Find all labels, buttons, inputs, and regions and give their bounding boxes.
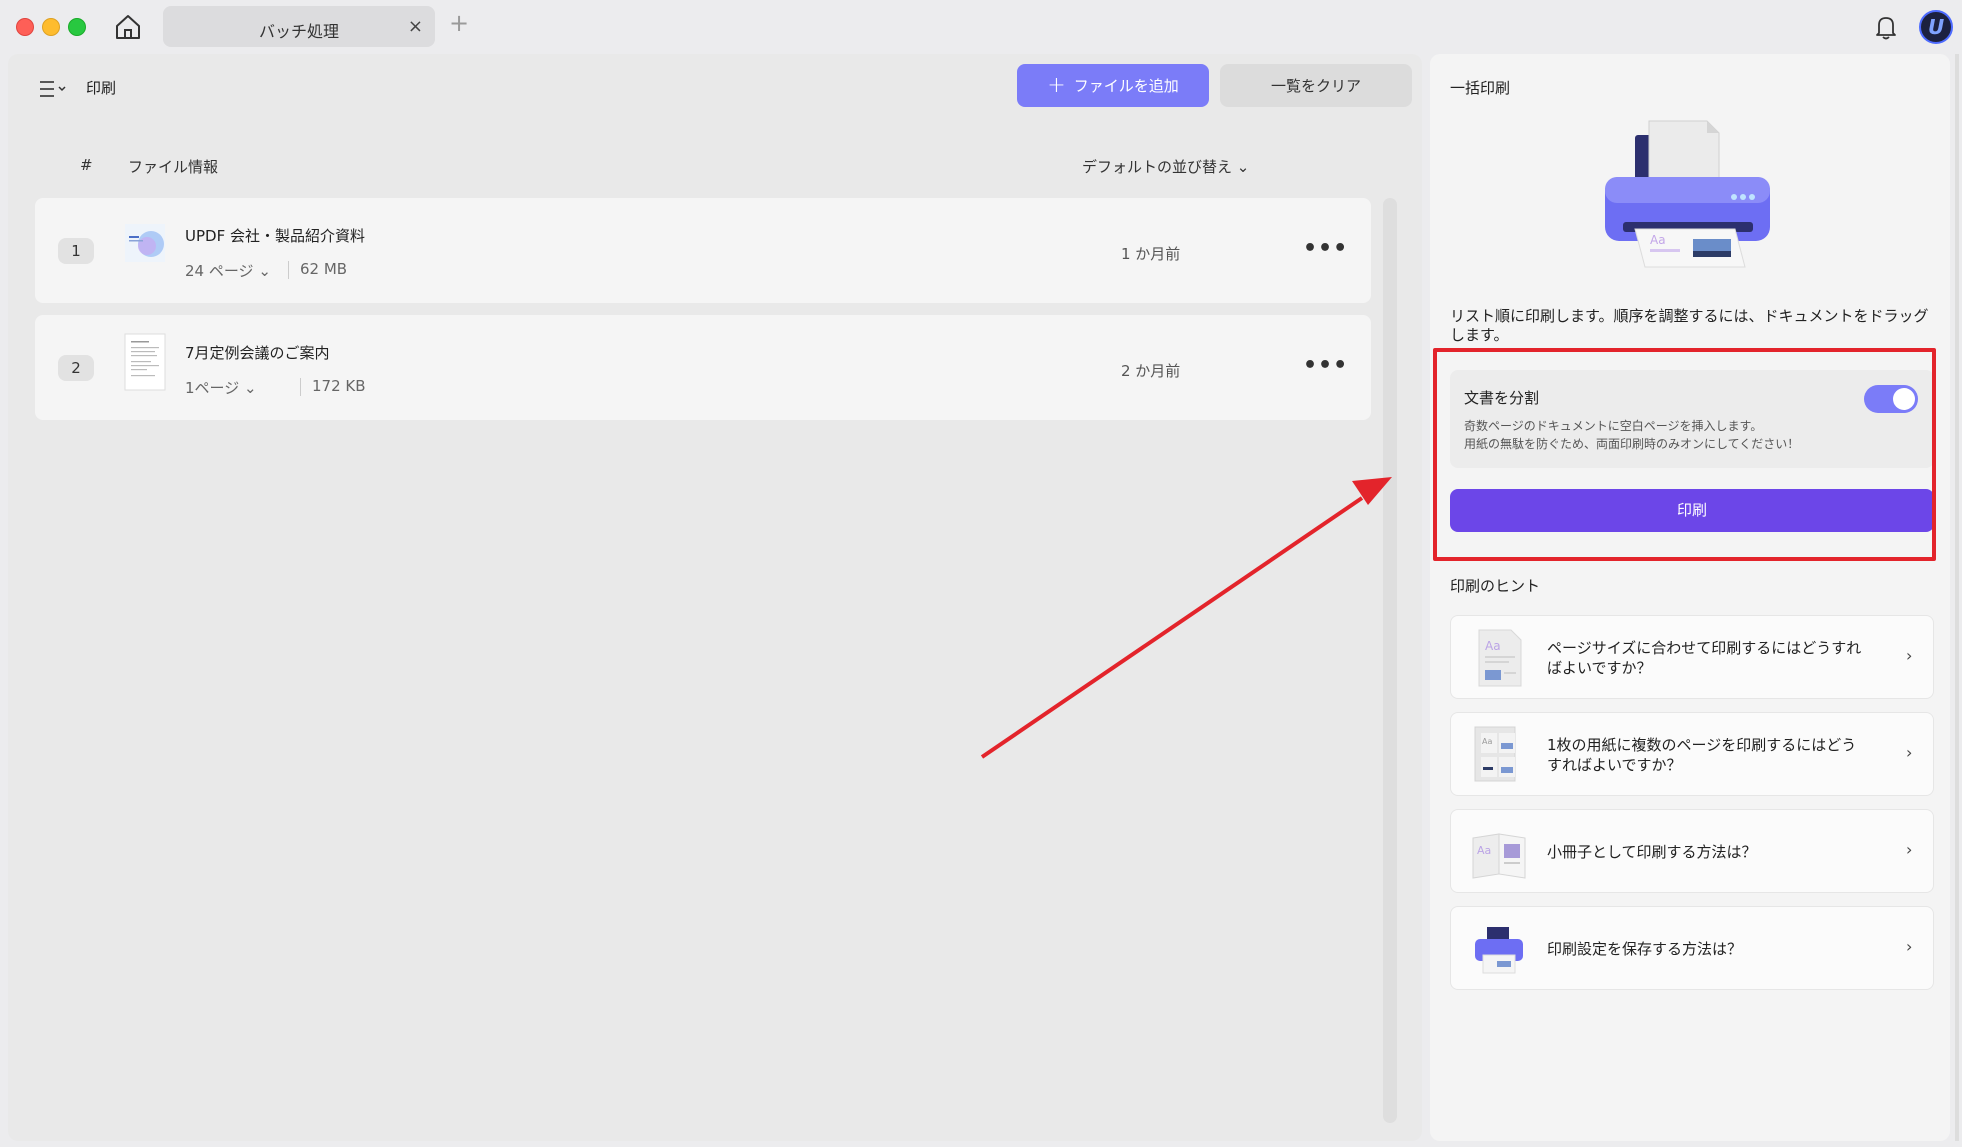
- print-order-instruction: リスト順に印刷します。順序を調整するには、ドキュメントをドラッグします。: [1450, 307, 1929, 344]
- new-tab-icon[interactable]: +: [449, 9, 469, 37]
- chevron-right-icon: ›: [1906, 937, 1913, 956]
- add-file-button[interactable]: + ファイルを追加: [1017, 64, 1209, 107]
- booklet-icon: Aa: [1471, 822, 1527, 882]
- file-thumbnail: [123, 333, 167, 391]
- plus-icon: +: [1047, 72, 1066, 98]
- file-row[interactable]: 2 7月定例会議のご案内 1ページ ⌄ 172 KB 2 か月前 •••: [35, 315, 1371, 420]
- tip-text: 小冊子として印刷する方法は？: [1547, 843, 1757, 861]
- tip-booklet[interactable]: Aa 小冊子として印刷する方法は？ ›: [1450, 809, 1934, 893]
- home-icon[interactable]: [112, 12, 144, 42]
- tip-save-settings[interactable]: 印刷設定を保存する方法は？ ›: [1450, 906, 1934, 990]
- chevron-right-icon: ›: [1906, 840, 1913, 859]
- tip-multi-page[interactable]: Aa 1枚の用紙に複数のページを印刷するにはどうすればよいですか？ ›: [1450, 712, 1934, 796]
- minimize-window-button[interactable]: [42, 18, 60, 36]
- svg-text:Aa: Aa: [1485, 639, 1501, 653]
- more-options-icon[interactable]: •••: [1303, 353, 1348, 378]
- tab-title: バッチ処理: [258, 22, 339, 41]
- file-list-panel: 印刷 + ファイルを追加 一覧をクリア # ファイル情報 デフォルトの並び替え …: [8, 54, 1422, 1141]
- file-thumbnail: [123, 216, 167, 274]
- file-date: 2 か月前: [1121, 362, 1181, 380]
- file-size: 172 KB: [312, 377, 366, 395]
- divider: [288, 261, 289, 279]
- sidebar-scrollbar[interactable]: [1955, 54, 1959, 1141]
- tip-text: 1枚の用紙に複数のページを印刷するにはどうすればよいですか？: [1547, 736, 1857, 774]
- close-window-button[interactable]: [16, 18, 34, 36]
- svg-text:Aa: Aa: [1477, 844, 1491, 857]
- zoom-window-button[interactable]: [68, 18, 86, 36]
- file-row[interactable]: 1 UPDF 会社・製品紹介資料 24 ページ ⌄ 62 MB 1 か月前 ••…: [35, 198, 1371, 303]
- sort-dropdown[interactable]: デフォルトの並び替え ⌄: [1082, 156, 1249, 177]
- more-options-icon[interactable]: •••: [1303, 236, 1348, 261]
- tab-close-icon[interactable]: ×: [408, 16, 423, 37]
- chevron-right-icon: ›: [1906, 743, 1913, 762]
- file-size: 62 MB: [300, 260, 348, 278]
- bulk-print-title: 一括印刷: [1450, 79, 1511, 97]
- svg-text:Aa: Aa: [1650, 233, 1666, 247]
- avatar-logo-icon: U: [1928, 15, 1945, 39]
- title-bar: バッチ処理 × + U: [0, 0, 1962, 54]
- column-header-number: #: [80, 156, 93, 174]
- printer-illustration: Aa: [1595, 117, 1780, 285]
- clear-list-button[interactable]: 一覧をクリア: [1220, 64, 1412, 107]
- file-name: UPDF 会社・製品紹介資料: [185, 227, 365, 245]
- tip-text: ページサイズに合わせて印刷するにはどうすればよいですか？: [1547, 639, 1862, 677]
- printer-icon: [1471, 919, 1527, 979]
- tab-batch-processing[interactable]: バッチ処理 ×: [163, 6, 435, 47]
- file-date: 1 か月前: [1121, 245, 1181, 263]
- svg-text:Aa: Aa: [1482, 737, 1492, 746]
- column-header-file-info: ファイル情報: [128, 158, 219, 176]
- scrollbar[interactable]: [1383, 198, 1397, 1123]
- row-number: 2: [58, 355, 94, 381]
- multi-page-icon: Aa: [1471, 725, 1527, 785]
- annotation-highlight-box: [1433, 348, 1936, 561]
- menu-icon[interactable]: [30, 74, 70, 104]
- page-title: 印刷: [86, 79, 117, 97]
- divider: [300, 378, 301, 396]
- row-number: 1: [58, 238, 94, 264]
- avatar[interactable]: U: [1919, 10, 1953, 44]
- bulk-print-panel: 一括印刷 Aa リスト順に印刷します。順序を調整するには、ドキュメントをドラッグ…: [1430, 54, 1950, 1141]
- page-count-dropdown[interactable]: 1ページ ⌄: [185, 377, 257, 398]
- add-file-label: ファイルを追加: [1073, 77, 1179, 95]
- page-count-dropdown[interactable]: 24 ページ ⌄: [185, 260, 271, 281]
- chevron-right-icon: ›: [1906, 646, 1913, 665]
- tip-page-fit[interactable]: Aa ページサイズに合わせて印刷するにはどうすればよいですか？ ›: [1450, 615, 1934, 699]
- page-fit-icon: Aa: [1471, 628, 1527, 688]
- print-tips-title: 印刷のヒント: [1450, 577, 1541, 595]
- file-name: 7月定例会議のご案内: [185, 344, 330, 362]
- bell-icon[interactable]: [1871, 12, 1901, 42]
- tip-text: 印刷設定を保存する方法は？: [1547, 940, 1743, 958]
